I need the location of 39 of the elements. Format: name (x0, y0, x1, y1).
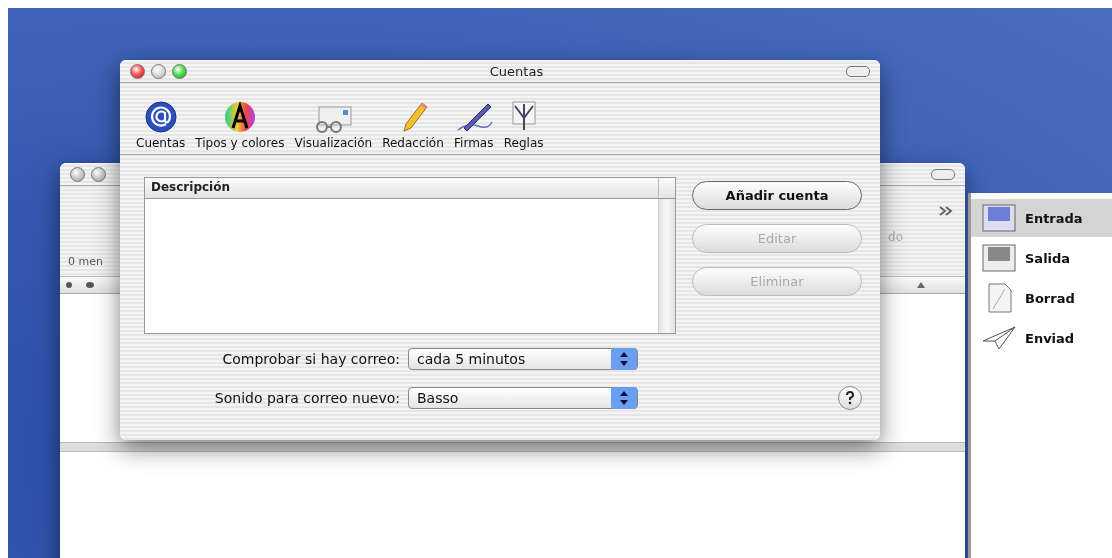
window-title: Cuentas (488, 63, 545, 79)
push-button[interactable]: Añadir cuenta (692, 181, 862, 210)
pill-button[interactable] (846, 65, 870, 77)
mailbox-item[interactable]: Entrada (971, 199, 1112, 237)
sort-arrow-icon[interactable] (917, 282, 925, 288)
popup-menu[interactable]: Basso (408, 387, 638, 409)
mailbox-item[interactable]: Salida (971, 239, 1112, 277)
stepper-arrows-icon (611, 387, 637, 409)
message-count: 0 men (68, 255, 103, 268)
mailbox-item[interactable]: Enviad (971, 319, 1112, 357)
zoom-button[interactable] (172, 63, 187, 79)
toolbar-item[interactable]: Visualización (294, 104, 373, 150)
window-button[interactable] (91, 166, 106, 182)
column-header: Descripción (145, 178, 659, 198)
at-sign-icon (143, 100, 178, 134)
setting-label: Sonido para correo nuevo: (213, 390, 400, 406)
help-button[interactable] (838, 386, 862, 410)
outbox-tray-icon (981, 243, 1017, 273)
dot-icon (66, 282, 72, 288)
color-wheel-icon (222, 100, 257, 134)
toolbar-item[interactable]: Redacción (382, 100, 444, 150)
window-button[interactable] (70, 166, 85, 182)
toolbar-label: do (888, 230, 903, 244)
close-button[interactable] (130, 63, 145, 79)
mailbox-item[interactable]: Borrad (971, 279, 1112, 317)
stepper-arrows-icon (611, 348, 637, 370)
toolbar-item[interactable]: Reglas (503, 100, 544, 150)
chevron-icon[interactable] (939, 206, 953, 216)
minimize-button[interactable] (151, 63, 166, 79)
pill-button[interactable] (931, 168, 955, 180)
toolbar-item[interactable]: Cuentas (136, 100, 186, 150)
setting-label: Comprobar si hay correo: (221, 351, 400, 367)
toolbar-item[interactable]: Firmas (453, 100, 494, 150)
inbox-tray-icon (981, 203, 1017, 233)
speech-bubble-icon (86, 282, 94, 288)
splitter[interactable] (60, 442, 965, 452)
toolbar-item[interactable]: Tipos y colores (195, 100, 285, 150)
popup-menu[interactable]: cada 5 minutos (408, 348, 638, 370)
question-mark-icon (845, 391, 855, 405)
